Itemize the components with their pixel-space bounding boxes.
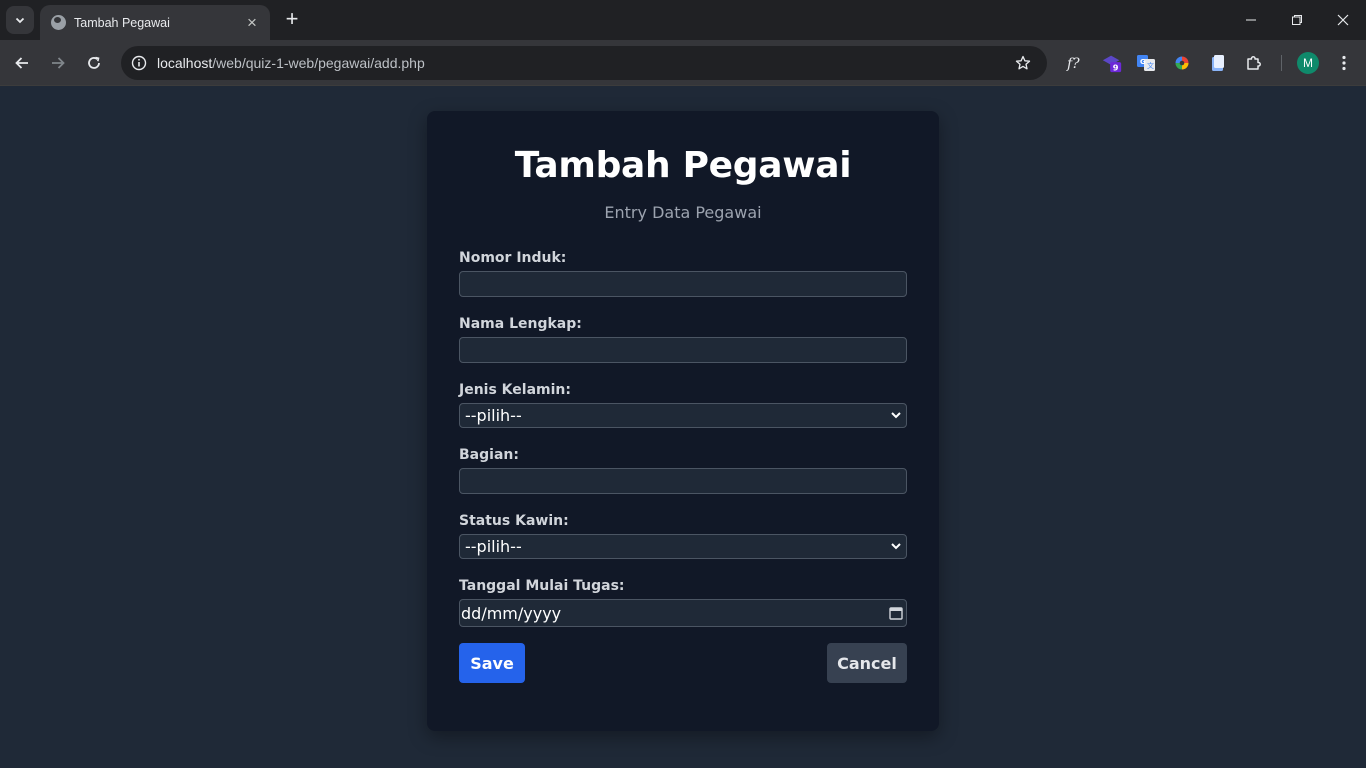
nomor-induk-label: Nomor Induk: [459, 250, 567, 266]
cancel-button[interactable]: Cancel [827, 643, 907, 683]
tab-close-icon[interactable]: × [244, 13, 260, 33]
calendar-icon[interactable] [889, 606, 903, 620]
kebab-menu-icon[interactable] [1333, 52, 1355, 74]
tanggal-mulai-input[interactable]: dd/mm/yyyy [459, 599, 907, 627]
page-viewport: Tambah Pegawai Entry Data Pegawai Nomor … [0, 87, 1366, 768]
forward-button[interactable] [46, 51, 70, 75]
color-picker-icon[interactable] [1171, 52, 1193, 74]
chevron-down-icon [891, 543, 901, 550]
status-kawin-select[interactable]: --pilih-- [459, 534, 907, 559]
close-window-button[interactable] [1320, 0, 1366, 40]
clipboard-extension-icon[interactable] [1207, 52, 1229, 74]
arrow-left-icon [15, 57, 28, 69]
form-card: Tambah Pegawai Entry Data Pegawai Nomor … [427, 111, 939, 731]
tab-strip: Tambah Pegawai × + [0, 0, 1366, 40]
nama-lengkap-input[interactable] [459, 337, 907, 363]
url-path: /web/quiz-1-web/pegawai/add.php [212, 55, 425, 71]
formula-extension-icon[interactable]: f? [1063, 52, 1085, 74]
close-icon [1337, 14, 1349, 26]
svg-text:G: G [1140, 58, 1146, 66]
bookmark-star-icon[interactable] [1013, 53, 1033, 73]
bagian-input[interactable] [459, 468, 907, 494]
tab-search-button[interactable] [6, 6, 34, 34]
save-button[interactable]: Save [459, 643, 525, 683]
browser-tab[interactable]: Tambah Pegawai × [40, 5, 270, 40]
arrow-right-icon [52, 57, 65, 69]
jenis-kelamin-selected: --pilih-- [465, 406, 522, 425]
status-kawin-selected: --pilih-- [465, 537, 522, 556]
url-text[interactable]: localhost/web/quiz-1-web/pegawai/add.php [157, 55, 425, 71]
reload-button[interactable] [82, 51, 106, 75]
browser-toolbar: localhost/web/quiz-1-web/pegawai/add.php… [0, 40, 1366, 86]
new-tab-button[interactable]: + [281, 8, 303, 30]
extension-badge-icon[interactable]: 9 [1101, 52, 1123, 74]
restore-button[interactable] [1274, 0, 1320, 40]
url-host: localhost [157, 55, 213, 71]
tanggal-mulai-placeholder: dd/mm/yyyy [461, 603, 562, 623]
jenis-kelamin-label: Jenis Kelamin: [459, 382, 571, 398]
tanggal-mulai-label: Tanggal Mulai Tugas: [459, 578, 625, 594]
globe-icon [51, 15, 66, 30]
translate-icon[interactable]: G文 [1135, 52, 1157, 74]
extension-badge-count: 9 [1113, 62, 1119, 72]
site-info-icon[interactable] [130, 54, 148, 72]
minimize-button[interactable] [1228, 0, 1274, 40]
reload-icon [88, 56, 100, 69]
svg-text:文: 文 [1147, 61, 1154, 70]
page-title: Tambah Pegawai [514, 145, 852, 186]
nomor-induk-input[interactable] [459, 271, 907, 297]
address-bar[interactable]: localhost/web/quiz-1-web/pegawai/add.php [121, 46, 1047, 80]
minimize-icon [1246, 19, 1256, 21]
tab-title: Tambah Pegawai [74, 15, 170, 30]
back-button[interactable] [10, 51, 34, 75]
puzzle-extensions-icon[interactable] [1243, 52, 1265, 74]
profile-avatar[interactable]: M [1297, 52, 1319, 74]
page-subtitle: Entry Data Pegawai [604, 203, 762, 222]
bagian-label: Bagian: [459, 447, 519, 463]
chevron-down-icon [891, 412, 901, 419]
nama-lengkap-label: Nama Lengkap: [459, 316, 582, 332]
chevron-down-icon [15, 17, 25, 24]
restore-icon [1292, 15, 1302, 25]
toolbar-divider [1281, 55, 1282, 71]
jenis-kelamin-select[interactable]: --pilih-- [459, 403, 907, 428]
svg-text:f?: f? [1066, 56, 1080, 72]
status-kawin-label: Status Kawin: [459, 513, 569, 529]
